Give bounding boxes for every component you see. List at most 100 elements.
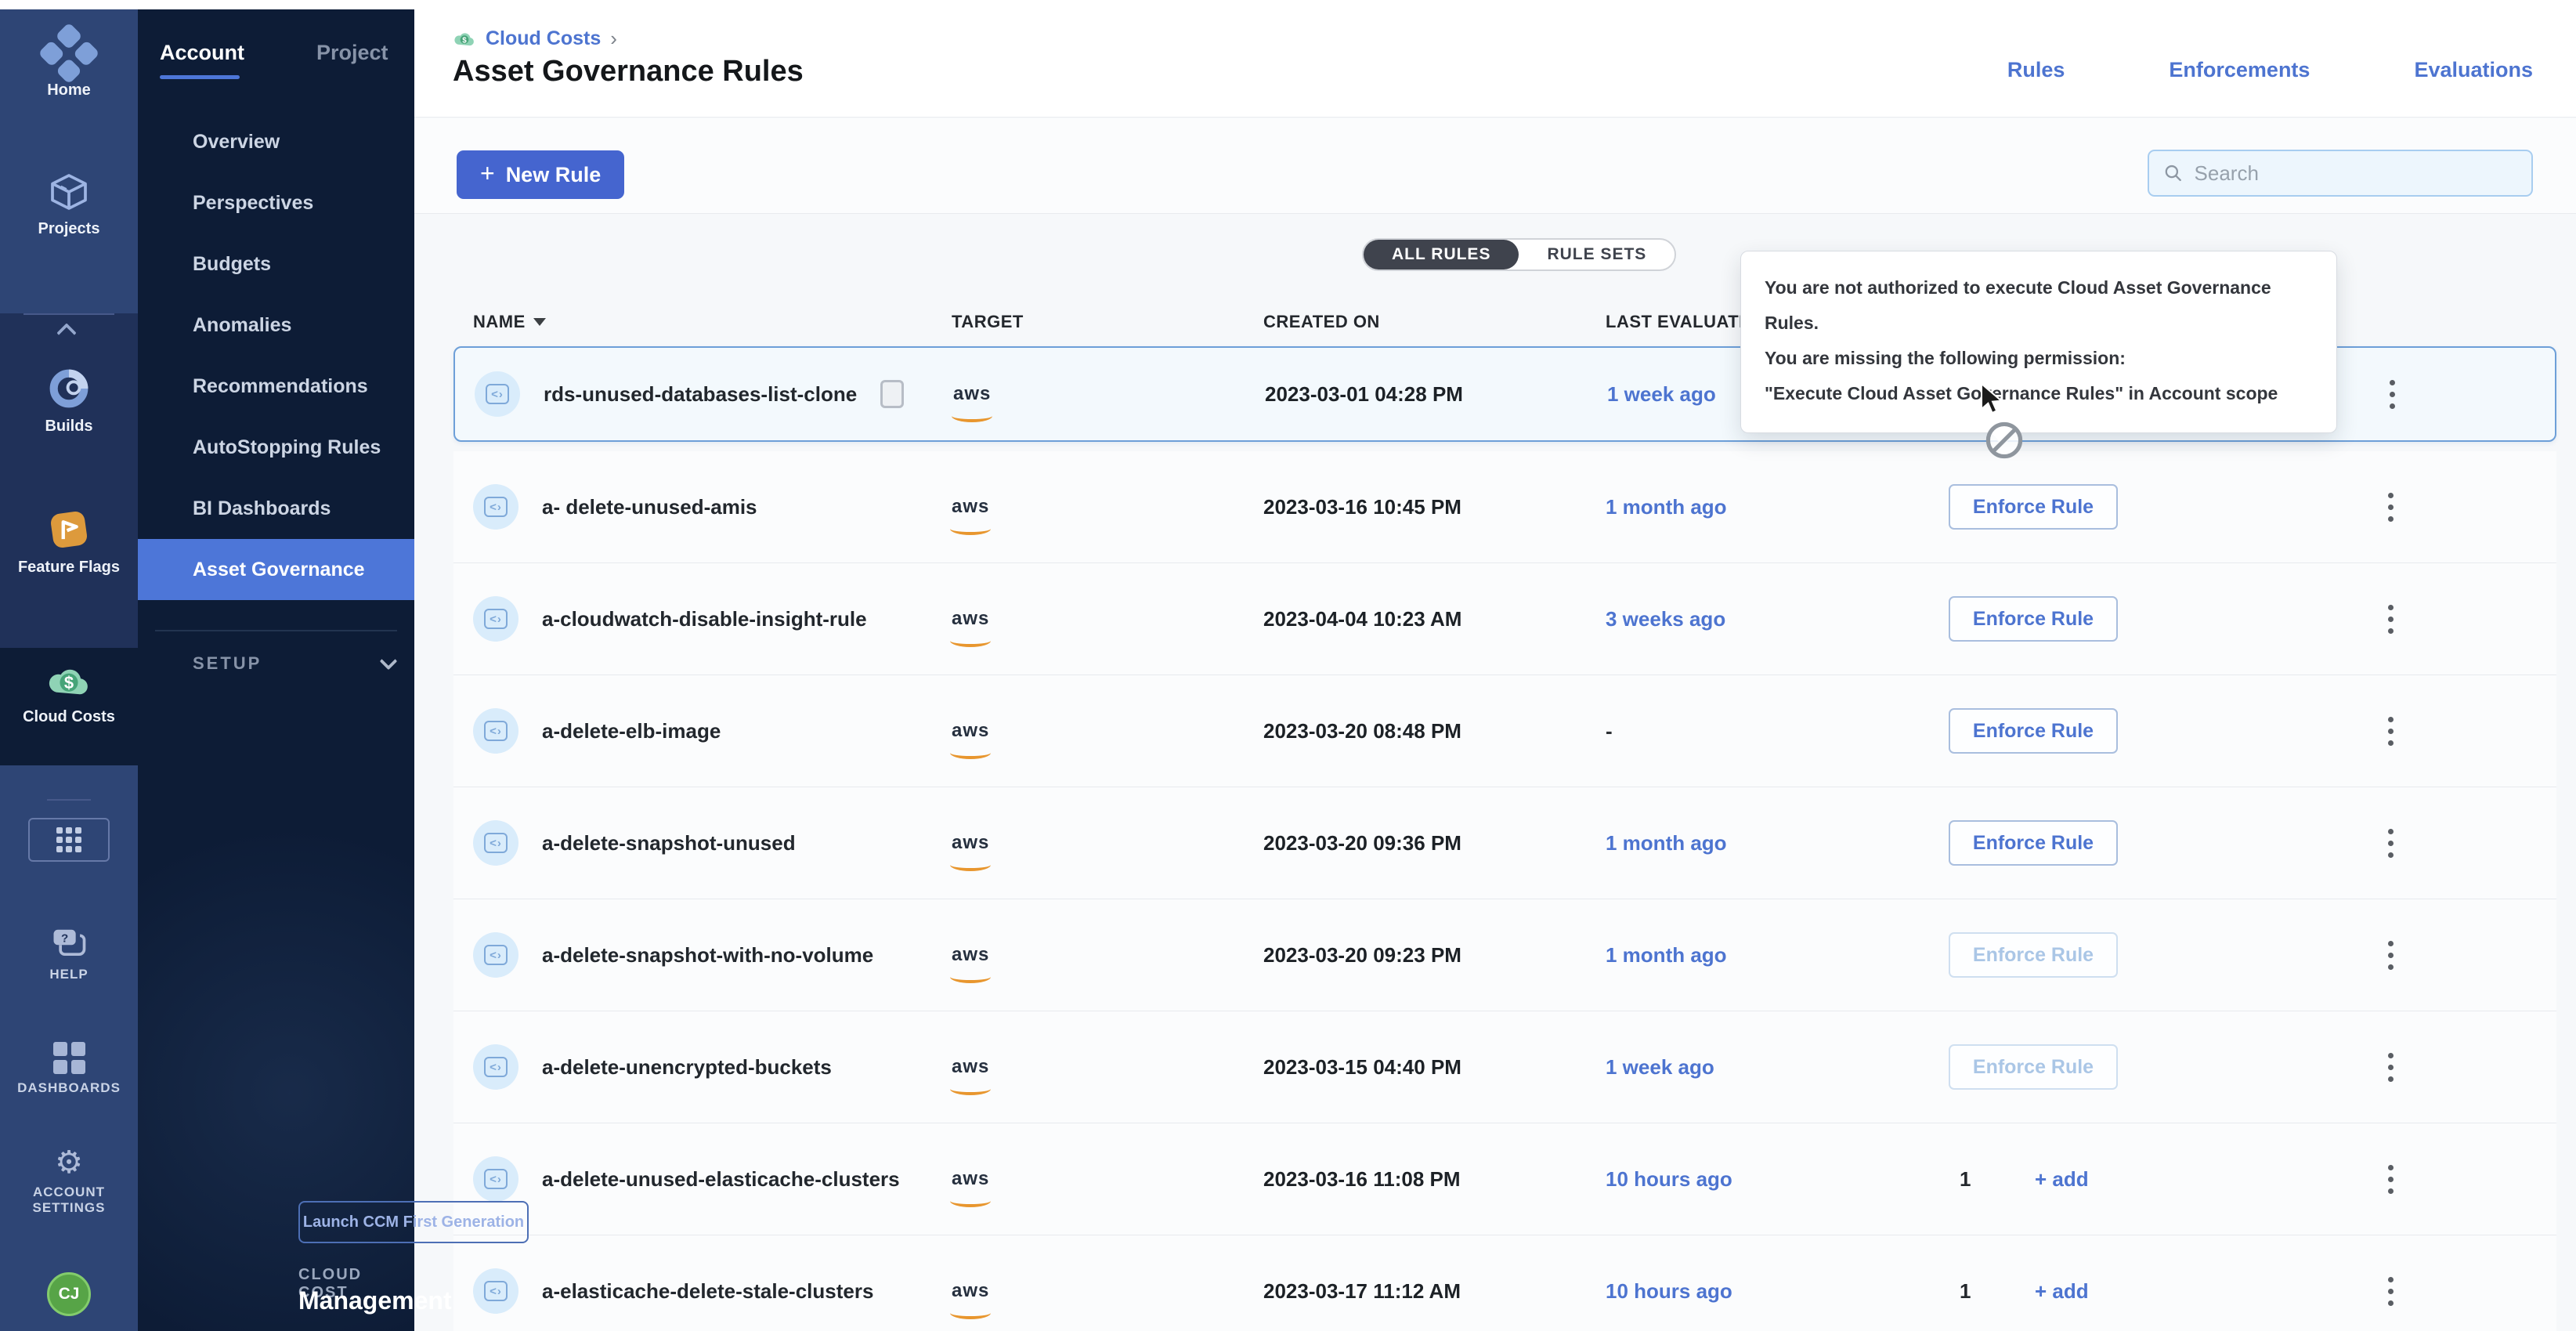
rule-name[interactable]: a-cloudwatch-disable-insight-rule <box>542 607 867 631</box>
new-rule-label: New Rule <box>506 163 602 187</box>
avatar[interactable]: CJ <box>47 1272 91 1316</box>
copy-icon[interactable] <box>880 380 904 408</box>
enforce-rule-button[interactable]: Enforce Rule <box>1949 484 2118 530</box>
tab-account[interactable]: Account <box>160 41 244 65</box>
kebab-menu-icon[interactable] <box>2388 1165 2394 1194</box>
toggle-all-rules[interactable]: ALL RULES <box>1364 240 1519 269</box>
sidebar-item-autostopping-rules[interactable]: AutoStopping Rules <box>138 417 414 478</box>
kebab-menu-icon[interactable] <box>2388 493 2394 522</box>
sidebar-item-home[interactable]: Home <box>0 31 138 99</box>
last-evaluated[interactable]: 10 hours ago <box>1606 1279 1949 1304</box>
toggle-rule-sets[interactable]: RULE SETS <box>1519 240 1675 269</box>
builds-icon <box>46 366 92 411</box>
cube-icon <box>47 170 91 214</box>
rule-name[interactable]: a-delete-unused-elasticache-clusters <box>542 1167 900 1192</box>
rule-name[interactable]: a-delete-snapshot-unused <box>542 831 796 855</box>
column-header-name[interactable]: NAME <box>453 312 952 332</box>
search-icon <box>2163 162 2184 184</box>
enforce-rule-button[interactable]: Enforce Rule <box>1949 932 2118 978</box>
last-evaluated[interactable]: 1 week ago <box>1606 1055 1949 1080</box>
sidebar-item-anomalies[interactable]: Anomalies <box>138 295 414 356</box>
new-rule-button[interactable]: + New Rule <box>457 150 624 199</box>
table-body: <› rds-unused-databases-list-clone aws 2… <box>453 346 2556 1331</box>
tooltip-line: "Execute Cloud Asset Governance Rules" i… <box>1765 376 2313 411</box>
created-on: 2023-03-20 09:23 PM <box>1263 943 1606 968</box>
last-evaluated[interactable]: 1 month ago <box>1606 495 1949 519</box>
svg-text:?: ? <box>61 932 68 946</box>
last-evaluated[interactable]: - <box>1606 719 1949 743</box>
rule-icon: <› <box>473 1268 518 1314</box>
enforce-rule-button[interactable]: Enforce Rule <box>1949 820 2118 866</box>
kebab-menu-icon[interactable] <box>2388 717 2394 746</box>
rule-name[interactable]: a- delete-unused-amis <box>542 495 757 519</box>
rule-icon: <› <box>473 820 518 866</box>
enforce-rule-button[interactable]: Enforce Rule <box>1949 1044 2118 1090</box>
tab-project[interactable]: Project <box>316 41 388 65</box>
sidebar-item-bi-dashboards[interactable]: BI Dashboards <box>138 478 414 539</box>
enforce-rule-button[interactable]: Enforce Rule <box>1949 708 2118 754</box>
aws-icon: aws <box>952 1286 989 1300</box>
aws-icon: aws <box>952 1062 989 1076</box>
kebab-menu-icon[interactable] <box>2388 605 2394 634</box>
table-row: <› a-delete-snapshot-unused aws 2023-03-… <box>453 787 2556 899</box>
nav-link-evaluations[interactable]: Evaluations <box>2414 58 2533 82</box>
rules-table: NAME TARGET CREATED ON LAST EVALUATED <›… <box>453 298 2556 1331</box>
cloud-costs-icon: $ <box>45 661 92 702</box>
rail-label: HELP <box>0 967 138 982</box>
chevron-down-icon <box>381 655 396 671</box>
add-enforcement-button[interactable]: + add <box>2035 1279 2089 1304</box>
sidebar-item-projects[interactable]: Projects <box>0 170 138 238</box>
nav-link-rules[interactable]: Rules <box>2007 58 2065 82</box>
sidebar-item-cloud-costs[interactable]: $ Cloud Costs <box>0 661 138 726</box>
rules-toggle: ALL RULES RULE SETS <box>1362 238 1676 271</box>
launch-ccm-first-gen-button[interactable]: Launch CCM First Generation <box>298 1201 529 1243</box>
search-input[interactable] <box>2195 161 2517 186</box>
last-evaluated[interactable]: 3 weeks ago <box>1606 607 1949 631</box>
aws-icon: aws <box>952 838 989 852</box>
add-enforcement-button[interactable]: + add <box>2035 1167 2089 1192</box>
sidebar-item-feature-flags[interactable]: Feature Flags <box>0 507 138 577</box>
last-evaluated[interactable]: 1 month ago <box>1606 831 1949 855</box>
last-evaluated[interactable]: 10 hours ago <box>1606 1167 1949 1192</box>
sidebar-item-perspectives[interactable]: Perspectives <box>138 172 414 233</box>
rule-name[interactable]: a-delete-unencrypted-buckets <box>542 1055 832 1080</box>
setup-section[interactable]: SETUP <box>193 653 396 674</box>
module-selector-button[interactable] <box>28 818 110 862</box>
rule-name[interactable]: a-delete-elb-image <box>542 719 721 743</box>
kebab-menu-icon[interactable] <box>2388 1053 2394 1082</box>
kebab-menu-icon[interactable] <box>2388 941 2394 970</box>
kebab-menu-icon[interactable] <box>2390 380 2395 409</box>
created-on: 2023-04-04 10:23 AM <box>1263 607 1606 631</box>
sidebar-item-budgets[interactable]: Budgets <box>138 233 414 295</box>
rule-name[interactable]: a-elasticache-delete-stale-clusters <box>542 1279 873 1304</box>
kebab-menu-icon[interactable] <box>2388 1277 2394 1306</box>
sidebar-nav: Overview Perspectives Budgets Anomalies … <box>138 111 414 600</box>
page-title: Asset Governance Rules <box>453 55 804 89</box>
breadcrumb-cloud-costs[interactable]: Cloud Costs <box>486 27 601 50</box>
sidebar-item-recommendations[interactable]: Recommendations <box>138 356 414 417</box>
rule-name[interactable]: rds-unused-databases-list-clone <box>544 382 857 407</box>
sidebar-item-builds[interactable]: Builds <box>0 366 138 436</box>
table-row: <› a- delete-unused-amis aws 2023-03-16 … <box>453 451 2556 563</box>
rule-icon: <› <box>473 1156 518 1202</box>
sidebar-item-account-settings[interactable]: ⚙ ACCOUNT SETTINGS <box>0 1147 138 1216</box>
sidebar-item-asset-governance[interactable]: Asset Governance <box>138 539 414 600</box>
not-allowed-icon <box>1984 420 2025 461</box>
rule-icon: <› <box>473 932 518 978</box>
collapse-chevron-icon[interactable] <box>58 320 75 337</box>
rule-name[interactable]: a-delete-snapshot-with-no-volume <box>542 943 873 968</box>
cloud-costs-breadcrumb-icon: $ <box>453 29 476 49</box>
enforce-rule-button[interactable]: Enforce Rule <box>1949 596 2118 642</box>
sidebar-item-dashboards[interactable]: DASHBOARDS <box>0 1042 138 1096</box>
created-on: 2023-03-01 04:28 PM <box>1265 382 1607 407</box>
enforcement-count: 1 <box>1960 1279 2014 1304</box>
sidebar-item-help[interactable]: ? HELP <box>0 924 138 982</box>
table-row: <› a-delete-unused-elasticache-clusters … <box>453 1123 2556 1235</box>
rail-mid-segment <box>0 313 138 648</box>
last-evaluated[interactable]: 1 month ago <box>1606 943 1949 968</box>
mouse-cursor <box>1977 382 2008 417</box>
kebab-menu-icon[interactable] <box>2388 829 2394 858</box>
search-box[interactable] <box>2148 150 2533 197</box>
nav-link-enforcements[interactable]: Enforcements <box>2169 58 2310 82</box>
sidebar-item-overview[interactable]: Overview <box>138 111 414 172</box>
